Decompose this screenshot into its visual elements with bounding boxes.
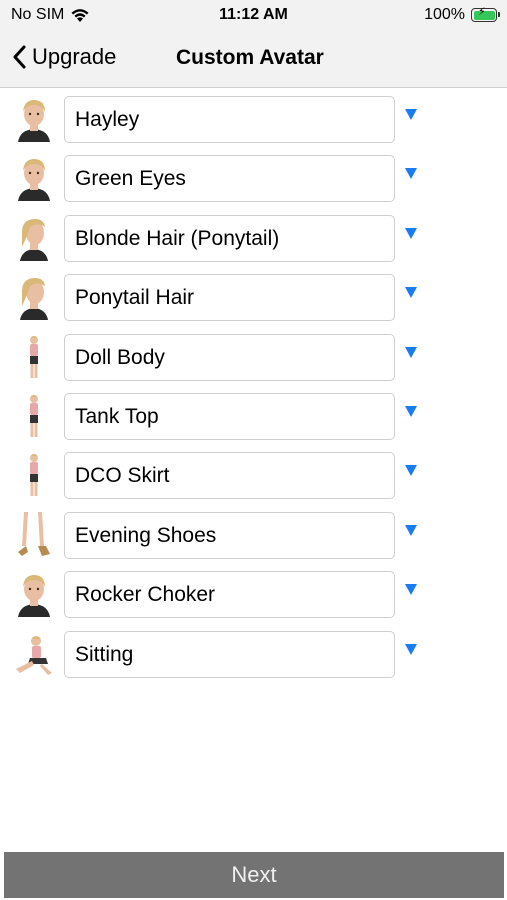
legs-shoes-thumbnail	[12, 511, 56, 558]
dropdown-arrow-icon[interactable]	[404, 108, 418, 121]
avatar-head-thumbnail	[12, 571, 56, 618]
dropdown-arrow-icon[interactable]	[404, 286, 418, 299]
option-select-field[interactable]: Tank Top	[64, 393, 395, 440]
page-title: Custom Avatar	[176, 46, 324, 69]
list-item: DCO Skirt	[0, 450, 507, 500]
battery-percent: 100%	[424, 6, 465, 23]
dropdown-arrow-icon[interactable]	[404, 227, 418, 240]
dropdown-arrow-icon[interactable]	[404, 643, 418, 656]
list-item: Green Eyes	[0, 153, 507, 203]
battery-icon: ⚡	[471, 7, 500, 22]
avatar-head-side-thumbnail	[12, 215, 56, 261]
dropdown-arrow-icon[interactable]	[404, 583, 418, 596]
dropdown-arrow-icon[interactable]	[404, 346, 418, 359]
avatar-head-thumbnail	[12, 96, 56, 142]
option-select-field[interactable]: Blonde Hair (Ponytail)	[64, 214, 395, 262]
full-body-thumbnail	[12, 452, 56, 498]
list-item: Rocker Choker	[0, 569, 507, 619]
option-select-field[interactable]: Sitting	[64, 630, 395, 678]
option-select-field[interactable]: DCO Skirt	[64, 452, 395, 500]
list-item: Ponytail Hair	[0, 272, 507, 322]
option-select-field[interactable]: Ponytail Hair	[64, 274, 395, 322]
dropdown-arrow-icon[interactable]	[404, 405, 418, 418]
full-body-thumbnail	[12, 334, 56, 380]
avatar-head-side-thumbnail	[12, 274, 56, 321]
dropdown-arrow-icon[interactable]	[404, 167, 418, 180]
option-select-field[interactable]: Doll Body	[64, 333, 395, 381]
back-label: Upgrade	[32, 44, 117, 69]
option-select-field[interactable]: Rocker Choker	[64, 571, 395, 619]
list-item: Tank Top	[0, 391, 507, 441]
navigation-bar: Upgrade Custom Avatar	[0, 30, 507, 88]
list-item: Hayley	[0, 94, 507, 144]
option-select-field[interactable]: Green Eyes	[64, 155, 395, 203]
list-item: Sitting	[0, 629, 507, 679]
list-item: Blonde Hair (Ponytail)	[0, 213, 507, 263]
option-select-field[interactable]: Hayley	[64, 96, 395, 143]
dropdown-arrow-icon[interactable]	[404, 464, 418, 477]
option-select-field[interactable]: Evening Shoes	[64, 511, 395, 559]
status-bar: No SIM 11:12 AM 100% ⚡	[0, 0, 507, 30]
next-button[interactable]: Next	[4, 852, 504, 898]
list-item: Evening Shoes	[0, 510, 507, 560]
chevron-left-icon	[13, 45, 26, 69]
list-item: Doll Body	[0, 332, 507, 382]
sitting-pose-thumbnail	[12, 631, 56, 677]
back-button[interactable]: Upgrade	[12, 44, 116, 70]
status-right: 100% ⚡	[424, 6, 500, 24]
full-body-thumbnail	[12, 393, 56, 439]
dropdown-arrow-icon[interactable]	[404, 524, 418, 537]
avatar-head-thumbnail	[12, 155, 56, 202]
